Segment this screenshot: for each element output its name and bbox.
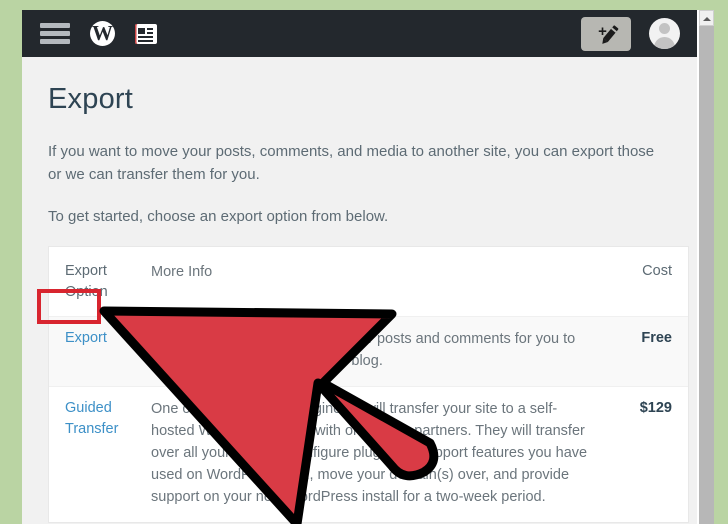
admin-bar-right-group: + — [581, 16, 700, 51]
guided-transfer-link-line2: Transfer — [65, 420, 119, 437]
hamburger-bar-1 — [40, 23, 70, 28]
guided-transfer-link[interactable]: Guided Transfer — [65, 398, 151, 440]
table-row: Export Create an XML file containing you… — [49, 316, 688, 387]
export-link[interactable]: Export — [65, 328, 151, 349]
export-description: Create an XML file containing your posts… — [151, 330, 576, 369]
admin-bar-left-group: W — [22, 21, 157, 46]
export-cost: Free — [641, 329, 672, 346]
column-header-export-option-line1: Export — [65, 262, 107, 279]
hamburger-bar-2 — [40, 31, 70, 36]
reader-icon[interactable] — [135, 23, 157, 44]
reader-icon-block — [138, 27, 145, 34]
reader-icon-line — [147, 31, 153, 34]
guided-transfer-link-line1: Guided — [65, 399, 112, 416]
vertical-scrollbar[interactable] — [699, 10, 714, 524]
reader-icon-line — [138, 39, 153, 42]
new-post-button[interactable]: + — [581, 16, 631, 51]
avatar-body — [654, 37, 675, 49]
guided-transfer-description: One of our Happiness Engineers will tran… — [151, 400, 588, 505]
intro-paragraph-2: To get started, choose an export option … — [48, 207, 389, 225]
wordpress-admin-bar: W + — [22, 10, 700, 57]
reader-icon-line — [138, 35, 153, 38]
column-header-export-option: Export Option — [65, 261, 151, 303]
avatar-head — [659, 23, 670, 34]
column-header-export-option-line2: Option — [65, 283, 108, 300]
hamburger-menu-icon[interactable] — [40, 23, 70, 44]
reader-icon-line — [147, 27, 153, 30]
column-header-more-info: More Info — [151, 263, 213, 280]
caret-up-glyph — [703, 17, 711, 21]
column-header-cost: Cost — [642, 262, 672, 279]
page-title: Export — [48, 83, 134, 115]
browser-content-frame: W + Export If you want to move your post — [22, 10, 700, 524]
wordpress-logo-icon[interactable]: W — [90, 21, 115, 46]
scroll-up-arrow-icon[interactable] — [699, 10, 714, 26]
export-options-table: Export Option More Info Cost Export Crea… — [48, 245, 689, 523]
export-page-body: Export If you want to move your posts, c… — [22, 57, 700, 523]
table-header-row: Export Option More Info Cost — [49, 246, 688, 317]
intro-paragraph-1: If you want to move your posts, comments… — [48, 143, 655, 184]
table-row: Guided Transfer One of our Happiness Eng… — [49, 387, 688, 522]
hamburger-bar-3 — [40, 39, 70, 44]
guided-transfer-cost: $129 — [639, 399, 672, 416]
scrollbar-thumb[interactable] — [699, 26, 714, 524]
avatar[interactable] — [649, 18, 680, 49]
